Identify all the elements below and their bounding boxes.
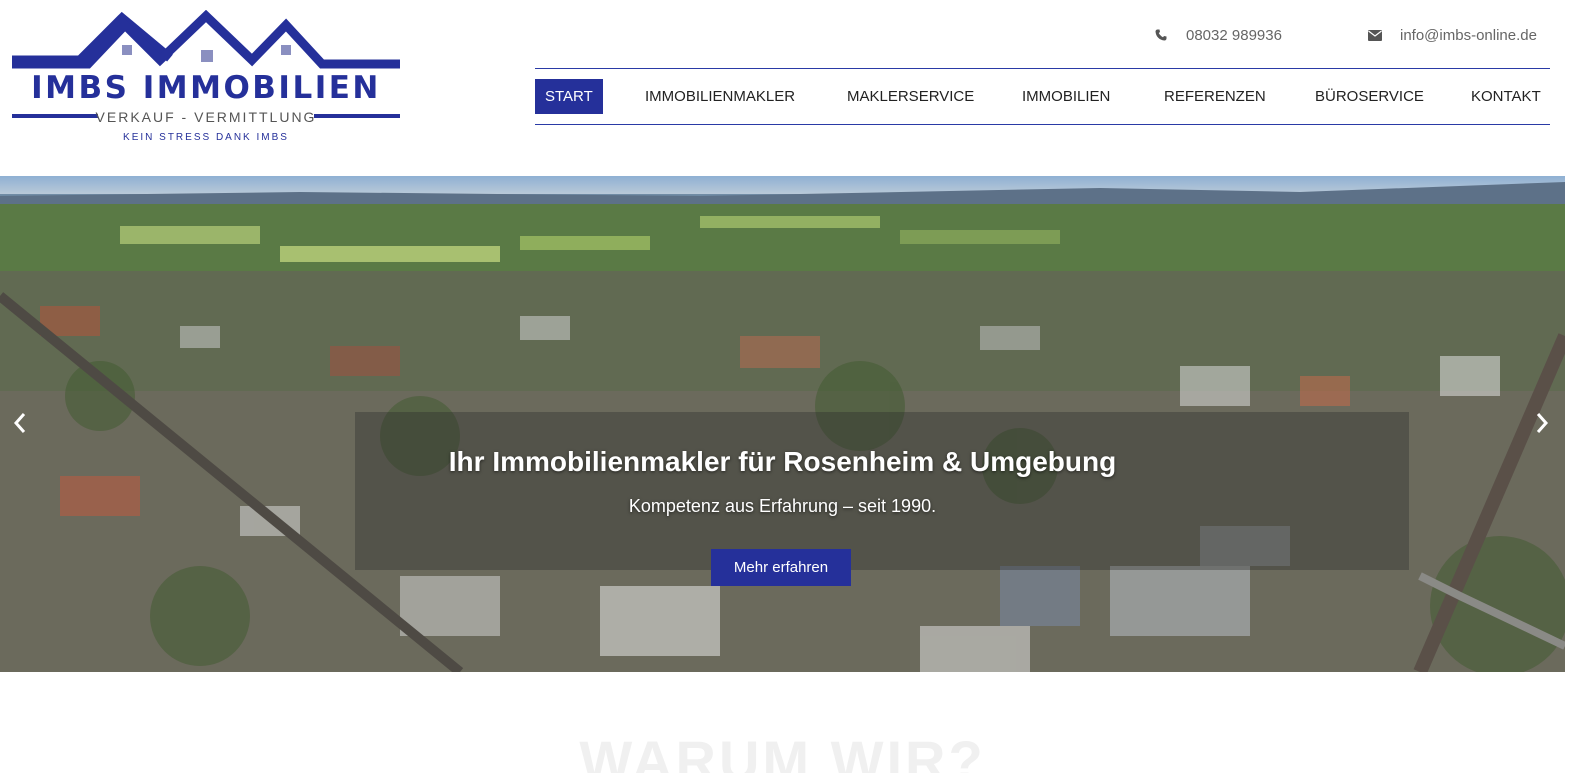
hero-caption-backdrop (355, 412, 1409, 570)
logo-tagline: VERKAUF - VERMITTLUNG (95, 109, 317, 125)
nav-item-maklerservice[interactable]: MAKLERSERVICE (847, 79, 974, 114)
nav-item-bueroservice[interactable]: BÜROSERVICE (1315, 79, 1424, 114)
section-title-why-us: WARUM WIR? (579, 729, 986, 773)
nav-item-referenzen[interactable]: REFERENZEN (1164, 79, 1266, 114)
slider-prev-button[interactable] (8, 406, 32, 440)
chevron-right-icon (1536, 413, 1549, 433)
nav-item-immobilien[interactable]: IMMOBILIEN (1022, 79, 1110, 114)
logo-brand-text: IMBS IMMOBILIEN (31, 70, 381, 106)
slider-next-button[interactable] (1530, 406, 1554, 440)
logo-slogan: KEIN STRESS DANK IMBS (123, 132, 289, 143)
nav-item-kontakt[interactable]: KONTAKT (1471, 79, 1541, 114)
contact-phone-number: 08032 989936 (1186, 26, 1282, 44)
phone-icon (1154, 28, 1168, 42)
envelope-icon (1368, 28, 1382, 42)
nav-item-start[interactable]: START (535, 79, 603, 114)
contact-email[interactable]: info@imbs-online.de (1368, 24, 1537, 46)
nav-item-immobilienmakler[interactable]: IMMOBILIENMAKLER (645, 79, 795, 114)
hero-headline: Ihr Immobilienmakler für Rosenheim & Umg… (448, 446, 1117, 477)
hero-more-button[interactable]: Mehr erfahren (711, 549, 851, 586)
site-logo[interactable]: IMBS IMMOBILIEN VERKAUF - VERMITTLUNG KE… (10, 10, 402, 144)
hero-subline: Kompetenz aus Erfahrung – seit 1990. (628, 496, 937, 516)
main-navigation: START IMMOBILIENMAKLER MAKLERSERVICE IMM… (535, 68, 1550, 125)
contact-phone[interactable]: 08032 989936 (1154, 24, 1282, 46)
hero-slider: Ihr Immobilienmakler für Rosenheim & Umg… (0, 176, 1565, 672)
contact-email-address: info@imbs-online.de (1400, 26, 1537, 44)
chevron-left-icon (13, 413, 26, 433)
page-right-edge (1565, 0, 1583, 773)
